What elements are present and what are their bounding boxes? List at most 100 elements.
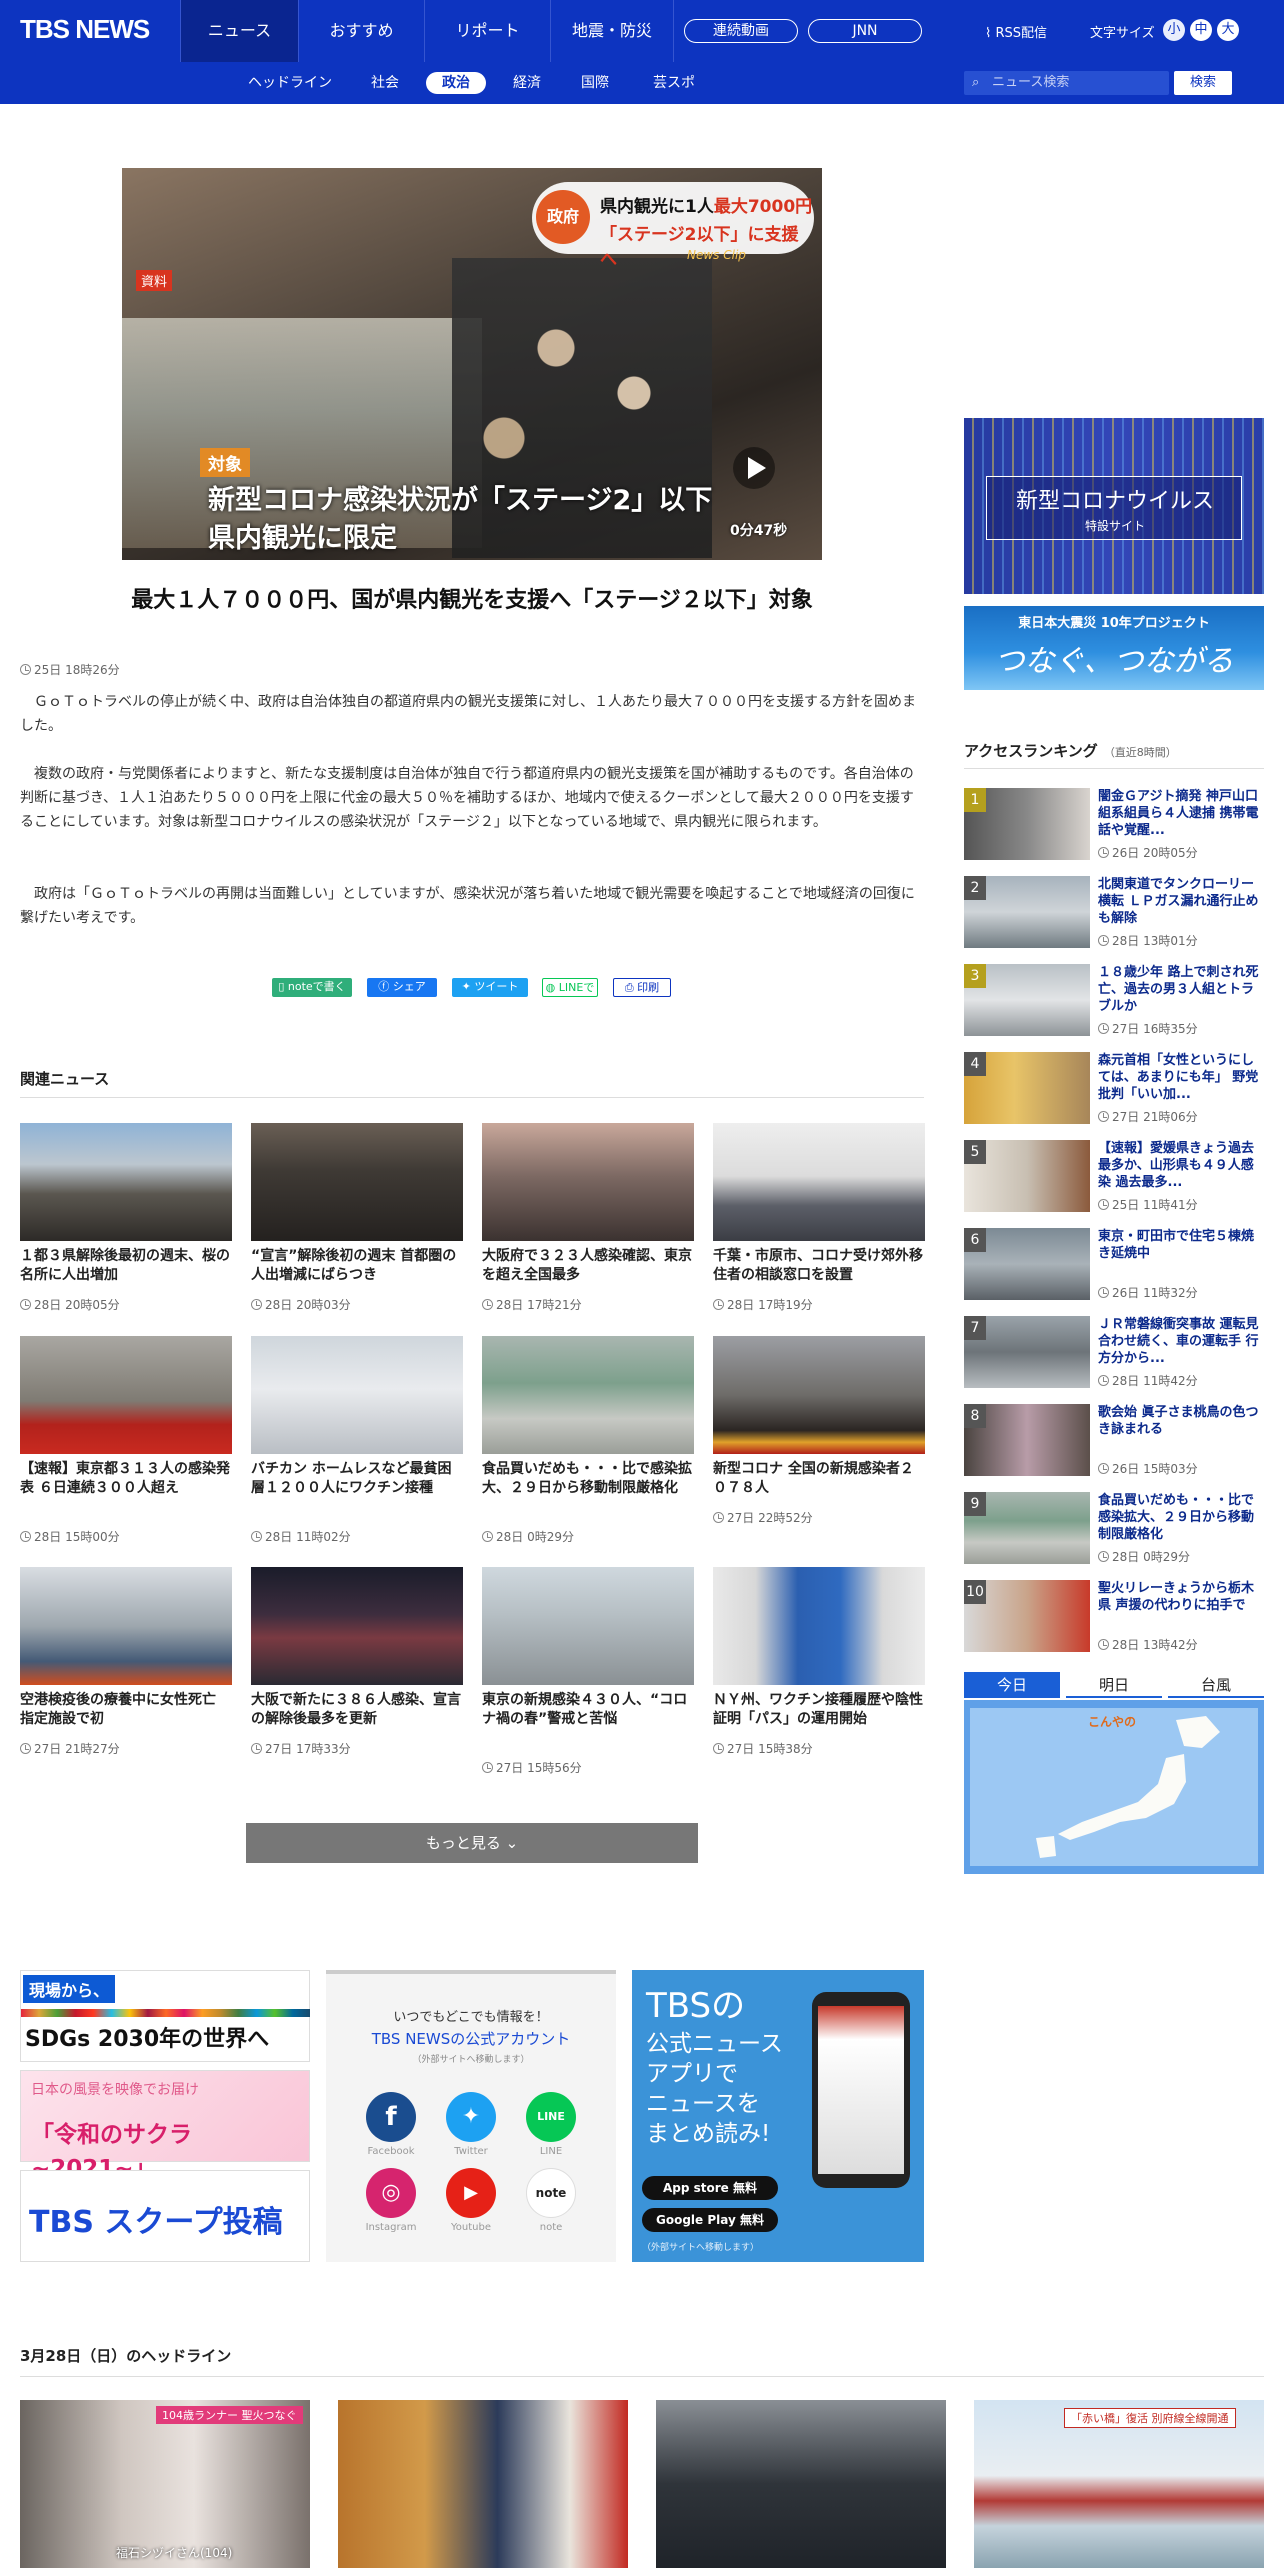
target-tag: 対象 — [200, 448, 250, 477]
google-play-button[interactable]: Google Play 無料 — [642, 2208, 778, 2232]
related-title: バチカン ホームレスなど最貧困層１２００人にワクチン接種 — [251, 1461, 452, 1496]
twitter-icon[interactable]: ✦ — [446, 2092, 496, 2142]
ranking-title-link[interactable]: 食品買いだめも・・・比で感染拡大、２９日から移動制限厳格化 — [1098, 1492, 1264, 1543]
nav-tab-recommended[interactable]: おすすめ — [298, 0, 424, 62]
print-button[interactable]: ⎙ 印刷 — [613, 978, 671, 997]
jnn-pill[interactable]: JNN — [808, 19, 922, 43]
line-icon[interactable]: LINE — [526, 2092, 576, 2142]
app-line-1: TBSの — [646, 1986, 746, 2026]
subnav-society[interactable]: 社会 — [360, 72, 410, 94]
ranking-title-link[interactable]: 東京・町田市で住宅５棟焼き延焼中 — [1098, 1228, 1264, 1262]
ranking-item[interactable]: 8 歌会始 眞子さま桃鳥の色つき詠まれる 26日 15時03分 — [964, 1404, 1264, 1480]
font-size-small[interactable]: 小 — [1163, 19, 1185, 41]
font-size-medium[interactable]: 中 — [1190, 19, 1212, 41]
ranking-time: 25日 11時41分 — [1098, 1196, 1198, 1213]
app-store-button[interactable]: App store 無料 — [642, 2176, 778, 2200]
sakura-banner[interactable]: 日本の風景を映像でお届け 「令和のサクラ ~2021~」 — [20, 2070, 310, 2182]
line-icon: ◍ — [545, 981, 559, 994]
related-thumbnail — [251, 1123, 463, 1241]
chevron-down-icon: ⌄ — [505, 1834, 519, 1852]
note-icon[interactable]: note — [526, 2168, 576, 2218]
ranking-title-link[interactable]: 歌会始 眞子さま桃鳥の色つき詠まれる — [1098, 1404, 1264, 1438]
app-banner[interactable]: TBSの 公式ニュース アプリで ニュースを まとめ読み! App store … — [632, 1970, 924, 2262]
article-paragraph: 複数の政府・与党関係者によりますと、新たな支援制度は自治体が独自で行う都道府県内… — [20, 766, 914, 830]
rss-link[interactable]: ⌇ RSS配信 — [985, 22, 1047, 41]
promo-column: 現場から、 SDGs 2030年の世界へ 日本の風景を映像でお届け 「令和のサク… — [20, 1970, 310, 2262]
related-time: 28日 17時19分 — [713, 1296, 813, 1313]
nav-tab-disaster[interactable]: 地震・防災 — [550, 0, 674, 62]
headline-thumbnail[interactable] — [338, 2400, 628, 2568]
nav-tab-report[interactable]: リポート — [424, 0, 550, 62]
rank-number: 9 — [964, 1492, 986, 1516]
ranking-time: 28日 11時42分 — [1098, 1372, 1198, 1389]
headline-thumbnail[interactable] — [656, 2400, 946, 2568]
subnav-politics[interactable]: 政治 — [426, 72, 486, 94]
clock-icon — [1098, 1375, 1109, 1386]
clock-icon — [1098, 1287, 1109, 1298]
ranking-item[interactable]: 7 ＪＲ常磐線衝突事故 運転見合わせ続く、車の運転手 行方分から... 28日 … — [964, 1316, 1264, 1392]
continuous-video-pill[interactable]: 連続動画 — [684, 19, 798, 43]
ranking-title-link[interactable]: ＪＲ常磐線衝突事故 運転見合わせ続く、車の運転手 行方分から... — [1098, 1316, 1264, 1367]
ranking-time: 27日 21時06分 — [1098, 1108, 1198, 1125]
related-thumbnail — [713, 1567, 925, 1685]
ranking-item[interactable]: 4 森元首相「女性というにしては、あまりにも年」 野党批判「いい加... 27日… — [964, 1052, 1264, 1128]
line-share-button[interactable]: ◍ LINEで — [542, 978, 598, 997]
facebook-share-button[interactable]: ⓕ シェア — [367, 978, 437, 997]
note-share-button[interactable]: ▯ noteで書く — [272, 978, 352, 997]
article-headline: 最大１人７０００円、国が県内観光を支援へ「ステージ２以下」対象 — [131, 588, 813, 613]
earthquake-project-banner[interactable]: 東日本大震災 10年プロジェクト つなぐ、つながる — [964, 606, 1264, 690]
coronavirus-special-banner[interactable]: 新型コロナウイルス 特設サイト — [964, 418, 1264, 594]
news-clip-label: News Clip — [687, 248, 746, 262]
font-size-large[interactable]: 大 — [1217, 19, 1239, 41]
facebook-icon[interactable]: f — [366, 2092, 416, 2142]
ranking-title-link[interactable]: 森元首相「女性というにしては、あまりにも年」 野党批判「いい加... — [1098, 1052, 1264, 1103]
sdgs-top: 現場から、 — [23, 1975, 116, 2003]
instagram-icon[interactable]: ◎ — [366, 2168, 416, 2218]
more-button[interactable]: もっと見る ⌄ — [246, 1823, 698, 1863]
related-title: 大阪府で３２３人感染確認、東京を超え全国最多 — [482, 1248, 692, 1283]
headlines-date-title: 3月28日（日）のヘッドライン — [20, 2347, 232, 2365]
article-paragraph: 政府は「ＧｏＴｏトラベルの再開は当面難しい」としていますが、感染状況が落ち着いた… — [20, 886, 915, 926]
sdgs-banner[interactable]: 現場から、 SDGs 2030年の世界へ — [20, 1970, 310, 2062]
scoop-banner[interactable]: TBS スクープ投稿 — [20, 2170, 310, 2262]
weather-map[interactable]: こんやの — [964, 1700, 1264, 1874]
related-thumbnail — [713, 1336, 925, 1454]
related-title: 新型コロナ 全国の新規感染者２０７８人 — [713, 1461, 914, 1496]
ranking-item[interactable]: 2 北関東道でタンクローリー横転 ＬＰガス漏れ通行止めも解除 28日 13時01… — [964, 876, 1264, 952]
sakura-top: 日本の風景を映像でお届け — [31, 2082, 199, 2098]
youtube-icon[interactable]: ▶ — [446, 2168, 496, 2218]
tweet-button[interactable]: ✦ ツイート — [452, 978, 528, 997]
ranking-title-link[interactable]: 【速報】愛媛県きょう過去最多か、山形県も４９人感染 過去最多... — [1098, 1140, 1264, 1191]
ranking-item[interactable]: 3 １８歳少年 路上で刺され死亡、過去の男３人組とトラブルか 27日 16時35… — [964, 964, 1264, 1040]
play-icon[interactable] — [732, 446, 776, 490]
headline-thumbnail[interactable]: 104歳ランナー 聖火つなぐ 福石シヅイさん(104) — [20, 2400, 310, 2568]
tbs-news-logo[interactable]: TBS NEWS — [20, 14, 150, 45]
ranking-item[interactable]: 10 聖火リレーきょうから栃木県 声援の代わりに拍手で 28日 13時42分 — [964, 1580, 1264, 1656]
related-thumbnail — [20, 1123, 232, 1241]
ranking-title-link[interactable]: 北関東道でタンクローリー横転 ＬＰガス漏れ通行止めも解除 — [1098, 876, 1264, 927]
ranking-item[interactable]: 9 食品買いだめも・・・比で感染拡大、２９日から移動制限厳格化 28日 0時29… — [964, 1492, 1264, 1568]
headline-thumbnail[interactable]: 「赤い橋」復活 別府線全線開通 — [974, 2400, 1264, 2568]
nav-tab-news[interactable]: ニュース — [180, 0, 298, 62]
rank-number: 6 — [964, 1228, 986, 1252]
search-button[interactable]: 検索 — [1174, 71, 1232, 95]
ranking-time: 28日 13時42分 — [1098, 1636, 1198, 1653]
related-title: 【速報】東京都３１３人の感染発表 ６日連続３００人超え — [20, 1461, 230, 1496]
subnav-economy[interactable]: 経済 — [502, 72, 552, 94]
ranking-item[interactable]: 6 東京・町田市で住宅５棟焼き延焼中 26日 11時32分 — [964, 1228, 1264, 1304]
related-thumbnail — [20, 1336, 232, 1454]
video-player[interactable]: 政府 県内観光に1人最大7000円 「ステージ2以下」に支援へ News Cli… — [122, 168, 822, 560]
subnav-headline[interactable]: ヘッドライン — [240, 72, 340, 94]
subnav-international[interactable]: 国際 — [570, 72, 620, 94]
search-input[interactable]: ⌕ ニュース検索 — [964, 71, 1169, 95]
subnav-entertainment-sports[interactable]: 芸スポ — [644, 72, 704, 94]
clock-icon — [1098, 847, 1109, 858]
ranking-title-link[interactable]: 聖火リレーきょうから栃木県 声援の代わりに拍手で — [1098, 1580, 1264, 1614]
weather-tab-today[interactable]: 今日 — [964, 1672, 1060, 1698]
ranking-item[interactable]: 1 闇金Ｇアジト摘発 神戸山口組系組員ら４人逮捕 携帯電話や覚醒... 26日 … — [964, 788, 1264, 864]
weather-tab-typhoon[interactable]: 台風 — [1168, 1672, 1264, 1698]
ranking-item[interactable]: 5 【速報】愛媛県きょう過去最多か、山形県も４９人感染 過去最多... 25日 … — [964, 1140, 1264, 1216]
ranking-title-link[interactable]: 闇金Ｇアジト摘発 神戸山口組系組員ら４人逮捕 携帯電話や覚醒... — [1098, 788, 1264, 839]
weather-tab-tomorrow[interactable]: 明日 — [1066, 1672, 1162, 1698]
ranking-title-link[interactable]: １８歳少年 路上で刺され死亡、過去の男３人組とトラブルか — [1098, 964, 1264, 1015]
